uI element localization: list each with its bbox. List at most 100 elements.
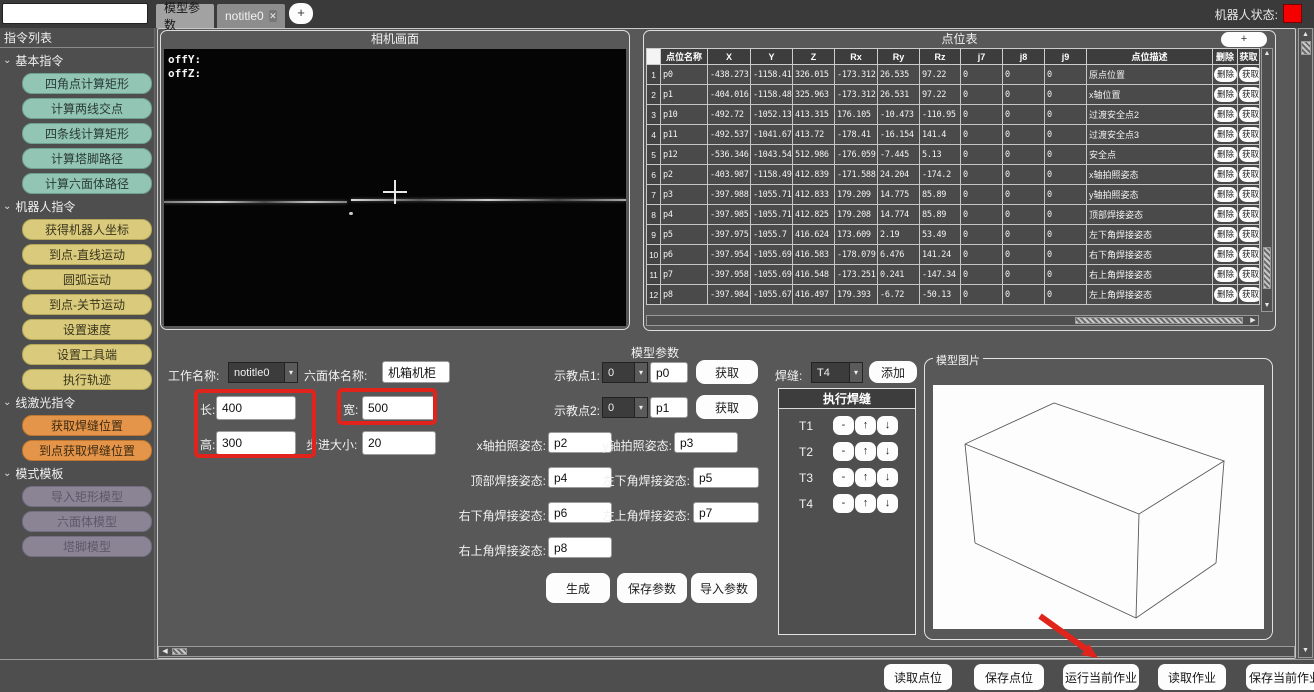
row-number-cell[interactable]: 3 — [647, 105, 661, 125]
point-value-cell[interactable]: -110.95 — [920, 105, 961, 125]
move-up-button[interactable]: ↑ — [855, 416, 876, 435]
point-value-cell[interactable]: 14.775 — [878, 185, 920, 205]
scroll-left-icon[interactable]: ◀ — [160, 647, 170, 656]
command-search-input[interactable] — [2, 3, 148, 24]
delete-point-button[interactable]: 删除 — [1214, 287, 1237, 302]
scroll-right-icon[interactable]: ▶ — [1248, 316, 1258, 325]
point-value-cell[interactable]: 141.24 — [920, 245, 961, 265]
point-name-cell[interactable]: p0 — [661, 65, 708, 85]
point-value-cell[interactable]: 179.208 — [835, 205, 878, 225]
point-value-cell[interactable]: 416.548 — [793, 265, 835, 285]
point-value-cell[interactable]: -397.975 — [708, 225, 751, 245]
point-value-cell[interactable]: -1158.48 — [751, 85, 793, 105]
delete-point-button[interactable]: 删除 — [1214, 227, 1237, 242]
point-value-cell[interactable]: 413.315 — [793, 105, 835, 125]
point-desc-cell[interactable]: 过渡安全点3 — [1087, 125, 1213, 145]
remove-weld-button[interactable]: - — [833, 416, 854, 435]
point-value-cell[interactable]: 0 — [961, 285, 1003, 305]
point-value-cell[interactable]: -492.537 — [708, 125, 751, 145]
sidebar-command-button[interactable]: 执行轨迹 — [22, 369, 152, 390]
move-down-button[interactable]: ↓ — [877, 468, 898, 487]
sidebar-group-label[interactable]: ⌄线激光指令 — [3, 394, 154, 411]
column-header[interactable]: j9 — [1045, 49, 1087, 65]
delete-point-button[interactable]: 删除 — [1214, 187, 1237, 202]
point-value-cell[interactable]: 85.89 — [920, 205, 961, 225]
point-name-cell[interactable]: p8 — [661, 285, 708, 305]
point-value-cell[interactable]: 0 — [1045, 125, 1087, 145]
left-bottom-weld-pose-input[interactable] — [693, 467, 759, 488]
point-value-cell[interactable]: 176.105 — [835, 105, 878, 125]
get-point-button[interactable]: 获取 — [1239, 127, 1260, 142]
scroll-down-icon[interactable]: ▼ — [1300, 646, 1311, 656]
point-value-cell[interactable]: 0 — [1045, 265, 1087, 285]
sidebar-group-label[interactable]: ⌄机器人指令 — [3, 198, 154, 215]
remove-weld-button[interactable]: - — [833, 494, 854, 513]
point-value-cell[interactable]: -397.954 — [708, 245, 751, 265]
point-desc-cell[interactable]: 顶部焊接姿态 — [1087, 205, 1213, 225]
point-value-cell[interactable]: -6.72 — [878, 285, 920, 305]
point-value-cell[interactable]: -1158.49 — [751, 165, 793, 185]
point-value-cell[interactable]: 0 — [1003, 205, 1045, 225]
point-value-cell[interactable]: 2.19 — [878, 225, 920, 245]
point-value-cell[interactable]: -1158.41 — [751, 65, 793, 85]
point-value-cell[interactable]: -1055.7 — [751, 225, 793, 245]
point-value-cell[interactable]: 0 — [1003, 185, 1045, 205]
column-header[interactable]: Ry — [878, 49, 920, 65]
sidebar-group-label[interactable]: ⌄基本指令 — [3, 52, 154, 69]
point-value-cell[interactable]: -397.984 — [708, 285, 751, 305]
point-value-cell[interactable]: -16.154 — [878, 125, 920, 145]
scrollbar-thumb[interactable] — [1301, 41, 1311, 55]
point-desc-cell[interactable]: 右下角焊接姿态 — [1087, 245, 1213, 265]
point-value-cell[interactable]: -176.059 — [835, 145, 878, 165]
point-value-cell[interactable]: 0 — [1045, 245, 1087, 265]
table-horizontal-scrollbar[interactable]: ▶ — [646, 315, 1259, 326]
row-number-cell[interactable]: 8 — [647, 205, 661, 225]
move-up-button[interactable]: ↑ — [855, 494, 876, 513]
column-header[interactable]: 删除 — [1213, 49, 1238, 65]
get-point-button[interactable]: 获取 — [1239, 287, 1260, 302]
point-value-cell[interactable]: -1055.67 — [751, 285, 793, 305]
sidebar-command-button[interactable]: 计算六面体路径 — [22, 173, 152, 194]
point-value-cell[interactable]: -397.985 — [708, 205, 751, 225]
point-value-cell[interactable]: 179.209 — [835, 185, 878, 205]
point-value-cell[interactable]: 97.22 — [920, 65, 961, 85]
point-value-cell[interactable]: -1055.69 — [751, 245, 793, 265]
save-current-job-button[interactable]: 保存当前作业 — [1246, 664, 1314, 690]
point-value-cell[interactable]: -403.987 — [708, 165, 751, 185]
row-number-cell[interactable]: 4 — [647, 125, 661, 145]
point-value-cell[interactable]: 5.13 — [920, 145, 961, 165]
point-value-cell[interactable]: -438.273 — [708, 65, 751, 85]
read-job-button[interactable]: 读取作业 — [1158, 664, 1226, 690]
point-value-cell[interactable]: 6.476 — [878, 245, 920, 265]
get-teach1-button[interactable]: 获取 — [696, 360, 758, 384]
point-value-cell[interactable]: -1055.71 — [751, 205, 793, 225]
sidebar-command-button[interactable]: 获取焊缝位置 — [22, 415, 152, 436]
point-value-cell[interactable]: -1055.71 — [751, 185, 793, 205]
sidebar-command-button[interactable]: 四条线计算矩形 — [22, 123, 152, 144]
point-value-cell[interactable]: 413.72 — [793, 125, 835, 145]
point-value-cell[interactable]: -173.312 — [835, 65, 878, 85]
sidebar-command-button[interactable]: 获得机器人坐标 — [22, 219, 152, 240]
teach-point1-select[interactable]: 0 ▾ — [602, 362, 648, 383]
point-name-cell[interactable]: p7 — [661, 265, 708, 285]
move-down-button[interactable]: ↓ — [877, 494, 898, 513]
point-value-cell[interactable]: -147.34 — [920, 265, 961, 285]
sidebar-command-button[interactable]: 六面体模型 — [22, 511, 152, 532]
row-number-cell[interactable]: 11 — [647, 265, 661, 285]
point-name-cell[interactable]: p10 — [661, 105, 708, 125]
point-value-cell[interactable]: 26.531 — [878, 85, 920, 105]
point-value-cell[interactable]: 0 — [1003, 225, 1045, 245]
row-number-cell[interactable]: 6 — [647, 165, 661, 185]
left-top-weld-pose-input[interactable] — [693, 502, 759, 523]
point-value-cell[interactable]: -50.13 — [920, 285, 961, 305]
sidebar-command-button[interactable]: 四角点计算矩形 — [22, 73, 152, 94]
point-name-cell[interactable]: p5 — [661, 225, 708, 245]
add-point-button[interactable]: + — [1221, 32, 1267, 47]
delete-point-button[interactable]: 删除 — [1214, 267, 1237, 282]
column-header[interactable]: Y — [751, 49, 793, 65]
sidebar-command-button[interactable]: 到点获取焊缝位置 — [22, 440, 152, 461]
get-point-button[interactable]: 获取 — [1239, 187, 1260, 202]
point-desc-cell[interactable]: 右上角焊接姿态 — [1087, 265, 1213, 285]
right-top-weld-pose-input[interactable] — [548, 537, 612, 558]
get-point-button[interactable]: 获取 — [1239, 247, 1260, 262]
